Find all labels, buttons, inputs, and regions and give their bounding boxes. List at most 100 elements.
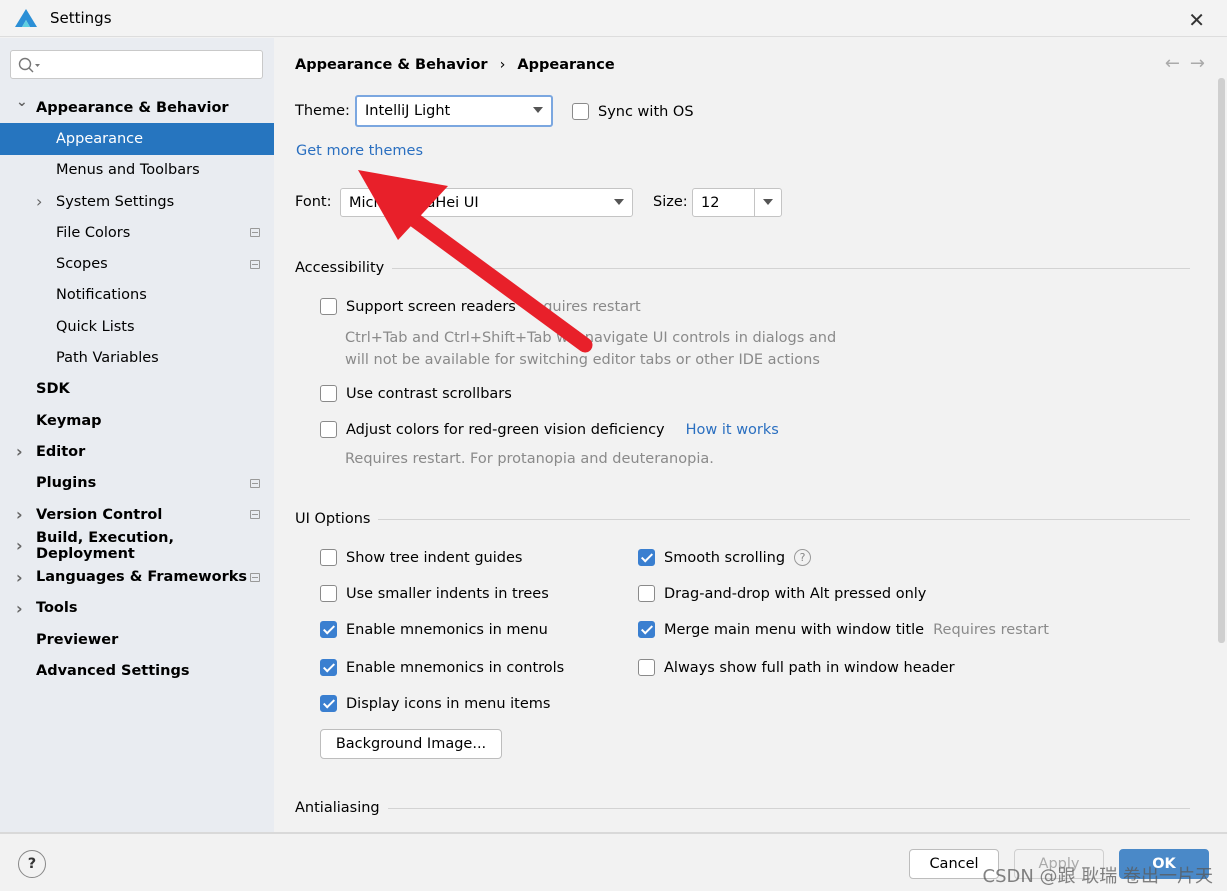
how-it-works-link[interactable]: How it works <box>686 422 779 438</box>
ui-option-checkbox[interactable]: Show tree indent guides <box>320 549 522 566</box>
sidebar-item-label: Version Control <box>36 506 163 523</box>
chevron-down-icon <box>614 199 624 205</box>
checkbox-box[interactable] <box>320 585 337 602</box>
size-label: Size: <box>653 194 688 210</box>
sidebar-item[interactable]: Plugins <box>0 468 274 499</box>
sidebar-item-label: Notifications <box>56 287 147 304</box>
chevron-right-icon[interactable]: › <box>16 505 23 524</box>
sidebar-item[interactable]: › Languages & Frameworks <box>0 561 274 592</box>
sidebar-item-label: Menus and Toolbars <box>56 162 200 179</box>
ui-option-checkbox[interactable]: Always show full path in window header <box>638 659 955 676</box>
checkbox-box[interactable] <box>320 549 337 566</box>
search-icon <box>18 57 40 73</box>
checkbox-box[interactable] <box>638 659 655 676</box>
checkbox-box[interactable] <box>638 621 655 638</box>
size-select[interactable]: 12 <box>692 188 782 217</box>
sidebar-item[interactable]: Previewer <box>0 624 274 655</box>
red-green-checkbox[interactable]: Adjust colors for red-green vision defic… <box>320 421 779 438</box>
get-more-themes-link[interactable]: Get more themes <box>296 143 423 159</box>
ui-option-checkbox[interactable]: Merge main menu with window title Require… <box>638 621 1049 638</box>
sidebar-item-label: Build, Execution, Deployment <box>36 529 174 562</box>
ui-option-checkbox[interactable]: Smooth scrolling? <box>638 549 812 566</box>
sidebar-item[interactable]: Advanced Settings <box>0 655 274 686</box>
sidebar-item-label: Advanced Settings <box>36 662 190 679</box>
sidebar-item[interactable]: › System Settings <box>0 186 274 217</box>
ui-option-checkbox[interactable]: Use smaller indents in trees <box>320 585 549 602</box>
contrast-scrollbars-checkbox[interactable]: Use contrast scrollbars <box>320 385 512 402</box>
sidebar-item[interactable]: Quick Lists <box>0 311 274 342</box>
window-title: Settings <box>50 9 112 27</box>
sidebar-item[interactable]: Appearance <box>0 123 274 155</box>
sidebar-item[interactable]: Menus and Toolbars <box>0 155 274 186</box>
checkbox-box[interactable] <box>638 585 655 602</box>
sidebar-item-label: Tools <box>36 600 78 617</box>
sidebar-item-label: Plugins <box>36 475 97 492</box>
sidebar-item[interactable]: ⌄ Appearance & Behavior <box>0 92 274 123</box>
ui-options-section: UI Options <box>295 511 1190 527</box>
ui-option-checkbox[interactable]: Enable mnemonics in controls <box>320 659 564 676</box>
chevron-down-icon[interactable]: ⌄ <box>16 94 28 110</box>
ui-option-checkbox[interactable]: Enable mnemonics in menu <box>320 621 548 638</box>
sidebar-item-label: File Colors <box>56 224 131 241</box>
chevron-right-icon[interactable]: › <box>16 599 23 618</box>
sidebar-item[interactable]: Path Variables <box>0 342 274 373</box>
sidebar-item-label: Appearance & Behavior <box>36 99 229 116</box>
project-level-icon <box>250 228 260 238</box>
sidebar-item-label: Scopes <box>56 256 108 273</box>
forward-arrow-icon[interactable]: → <box>1190 53 1215 74</box>
sidebar: ⌄ Appearance & Behavior Appearance Menus an… <box>0 38 274 832</box>
help-icon[interactable]: ? <box>18 850 46 878</box>
app-logo-icon <box>15 9 37 27</box>
sidebar-item[interactable]: File Colors <box>0 217 274 248</box>
nav-arrows[interactable]: ←→ <box>1165 53 1215 74</box>
sidebar-item-label: Languages & Frameworks <box>36 569 248 586</box>
sidebar-item[interactable]: Scopes <box>0 248 274 279</box>
sidebar-item[interactable]: › Version Control <box>0 499 274 530</box>
sidebar-item[interactable]: › Build, Execution, Deployment <box>0 529 274 562</box>
cancel-button[interactable]: Cancel <box>909 849 999 879</box>
ok-button[interactable]: OK <box>1119 849 1209 879</box>
screen-readers-checkbox[interactable]: Support screen readers Requires restart <box>320 298 641 315</box>
font-select[interactable]: Microsoft YaHei UI <box>340 188 633 217</box>
sidebar-item[interactable]: SDK <box>0 374 274 405</box>
background-image-button[interactable]: Background Image... <box>320 729 502 759</box>
ui-option-checkbox[interactable]: Display icons in menu items <box>320 695 550 712</box>
apply-button[interactable]: Apply <box>1014 849 1104 879</box>
sidebar-item-label: System Settings <box>56 193 175 210</box>
project-level-icon <box>250 478 260 488</box>
sidebar-item[interactable]: › Tools <box>0 593 274 624</box>
checkbox-box[interactable] <box>638 549 655 566</box>
sidebar-item-label: Keymap <box>36 412 102 429</box>
sidebar-item[interactable]: Keymap <box>0 405 274 436</box>
back-arrow-icon[interactable]: ← <box>1165 53 1190 74</box>
main-panel: Appearance & Behavior › Appearance ←→ Them… <box>274 38 1227 832</box>
accessibility-section: Accessibility <box>295 260 1190 276</box>
sidebar-item-label: Editor <box>36 443 86 460</box>
ui-option-checkbox[interactable]: Drag-and-drop with Alt pressed only <box>638 585 926 602</box>
chevron-right-icon[interactable]: › <box>36 192 42 211</box>
sidebar-item-label: SDK <box>36 381 70 398</box>
chevron-right-icon[interactable]: › <box>16 442 23 461</box>
sidebar-item-label: Previewer <box>36 631 119 648</box>
title-bar: Settings ✕ <box>0 0 1227 37</box>
project-level-icon <box>250 510 260 519</box>
search-input[interactable] <box>10 50 263 79</box>
theme-label: Theme: <box>295 103 350 119</box>
theme-select[interactable]: IntelliJ Light <box>355 95 553 127</box>
help-icon[interactable]: ? <box>794 549 812 566</box>
chevron-right-icon[interactable]: › <box>16 536 23 555</box>
chevron-down-icon <box>533 107 543 113</box>
checkbox-box[interactable] <box>320 695 337 712</box>
checkbox-box[interactable] <box>320 621 337 638</box>
breadcrumb: Appearance & Behavior › Appearance <box>295 57 615 73</box>
sidebar-item-label: Appearance <box>56 130 144 147</box>
sidebar-item[interactable]: › Editor <box>0 436 274 467</box>
scrollbar[interactable] <box>1218 78 1225 643</box>
sidebar-item-label: Quick Lists <box>56 318 135 335</box>
sidebar-item-label: Path Variables <box>56 350 159 367</box>
checkbox-box[interactable] <box>320 659 337 676</box>
sync-with-os-checkbox[interactable]: Sync with OS <box>572 103 694 120</box>
sidebar-item[interactable]: Notifications <box>0 280 274 311</box>
chevron-right-icon[interactable]: › <box>16 568 23 587</box>
close-icon[interactable]: ✕ <box>1188 8 1205 32</box>
